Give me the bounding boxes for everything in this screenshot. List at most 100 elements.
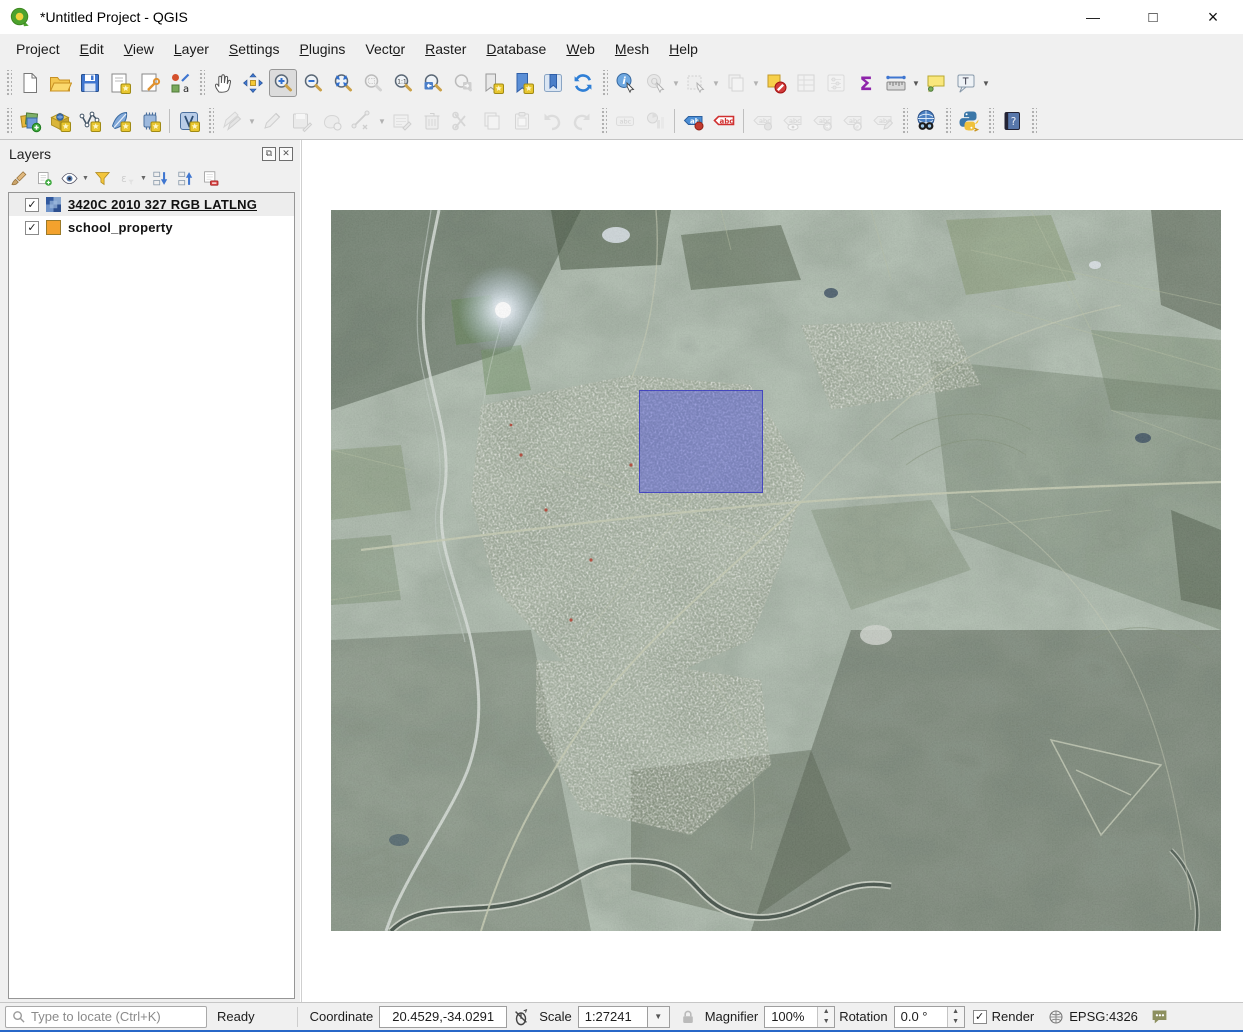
- zoom-to-native-resolution-button[interactable]: 1:1: [389, 69, 417, 97]
- zoom-in-button[interactable]: [269, 69, 297, 97]
- rotation-down-icon[interactable]: ▼: [947, 1016, 964, 1027]
- close-button[interactable]: ×: [1183, 0, 1243, 34]
- coordinate-input[interactable]: 20.4529,-34.0291: [379, 1005, 508, 1028]
- rotation-spinbox[interactable]: 0.0 ° ▲ ▼: [893, 1005, 965, 1028]
- open-field-calculator-button[interactable]: [822, 69, 850, 97]
- show-hidden-labels-and-diagrams-button[interactable]: abc: [710, 107, 738, 135]
- vertex-tool-button[interactable]: [348, 107, 376, 135]
- toolbar-grip[interactable]: [944, 108, 951, 134]
- zoom-to-selection-button[interactable]: [359, 69, 387, 97]
- show-layout-manager-button[interactable]: [136, 69, 164, 97]
- vertex-tool-dropdown-icon[interactable]: ▼: [377, 107, 387, 135]
- measure-line-dropdown-icon[interactable]: ▼: [911, 69, 921, 97]
- minimize-button[interactable]: —: [1063, 0, 1123, 34]
- toolbar-grip[interactable]: [5, 108, 12, 134]
- menu-view[interactable]: View: [114, 37, 164, 61]
- toolbar-grip[interactable]: [901, 108, 908, 134]
- layer-row-3420c-2010-327-rgb-latlng[interactable]: ✓ 3420C 2010 327 RGB LATLNG: [9, 193, 294, 216]
- select-features-button[interactable]: [682, 69, 710, 97]
- menu-layer[interactable]: Layer: [164, 37, 219, 61]
- pan-map-to-selection-button[interactable]: [239, 69, 267, 97]
- messages-icon[interactable]: [1150, 1007, 1169, 1026]
- scale-dropdown-icon[interactable]: ▼: [647, 1005, 670, 1028]
- new-geopackage-layer-button[interactable]: [46, 107, 74, 135]
- pan-map-button[interactable]: [209, 69, 237, 97]
- map-image[interactable]: [331, 210, 1221, 931]
- new-spatialite-layer-button[interactable]: [106, 107, 134, 135]
- rotate-label-button[interactable]: abc: [839, 107, 867, 135]
- delete-selected-button[interactable]: [418, 107, 446, 135]
- paste-features-button[interactable]: [508, 107, 536, 135]
- rotation-value[interactable]: 0.0 °: [895, 1007, 947, 1027]
- change-label-properties-button[interactable]: abc: [869, 107, 897, 135]
- toolbar-grip[interactable]: [600, 108, 607, 134]
- new-print-layout-button[interactable]: [106, 69, 134, 97]
- show-map-tips-button[interactable]: [922, 69, 950, 97]
- layer-name[interactable]: school_property: [68, 220, 173, 235]
- identify-features-button[interactable]: i: [612, 69, 640, 97]
- python-console-button[interactable]: [955, 107, 983, 135]
- layer-visibility-checkbox[interactable]: ✓: [25, 197, 39, 212]
- metasearch-button[interactable]: [912, 107, 940, 135]
- layer-visibility-checkbox[interactable]: ✓: [25, 220, 39, 235]
- layer-row-school-property[interactable]: ✓ school_property: [9, 216, 294, 239]
- highlight-pinned-labels-and-diagrams-button[interactable]: ab: [680, 107, 708, 135]
- add-feature-button[interactable]: [318, 107, 346, 135]
- help-contents-button[interactable]: ?: [998, 107, 1026, 135]
- select-features-dropdown-icon[interactable]: ▼: [711, 69, 721, 97]
- manage-map-themes-button[interactable]: [57, 166, 82, 190]
- deselect-features-from-all-layers-button[interactable]: [762, 69, 790, 97]
- add-group-button[interactable]: [32, 166, 57, 190]
- menu-help[interactable]: Help: [659, 37, 708, 61]
- run-feature-action-button[interactable]: Q: [642, 69, 670, 97]
- render-checkbox[interactable]: ✓: [972, 1009, 987, 1024]
- open-project-button[interactable]: [46, 69, 74, 97]
- toolbar-grip[interactable]: [5, 70, 12, 96]
- menu-raster[interactable]: Raster: [415, 37, 476, 61]
- show-hide-labels-and-diagrams-button[interactable]: abc: [779, 107, 807, 135]
- save-project-button[interactable]: [76, 69, 104, 97]
- toggle-editing-button[interactable]: [258, 107, 286, 135]
- modify-attributes-of-selected-features-button[interactable]: [388, 107, 416, 135]
- magnifier-value[interactable]: 100%: [765, 1007, 817, 1027]
- scale-combo[interactable]: 1:27241 ▼: [577, 1005, 670, 1028]
- filter-legend-by-expression-dropdown-icon[interactable]: ▼: [140, 175, 148, 182]
- menu-mesh[interactable]: Mesh: [605, 37, 659, 61]
- select-features-by-value-dropdown-icon[interactable]: ▼: [751, 69, 761, 97]
- toggle-extents-mouse-icon[interactable]: [512, 1008, 530, 1026]
- filter-legend-by-expression-button[interactable]: ε: [115, 166, 140, 190]
- menu-vector[interactable]: Vector: [355, 37, 415, 61]
- toolbar-grip[interactable]: [987, 108, 994, 134]
- current-edits-dropdown-icon[interactable]: ▼: [247, 107, 257, 135]
- show-statistical-summary-button[interactable]: Σ: [852, 69, 880, 97]
- menu-database[interactable]: Database: [476, 37, 556, 61]
- new-project-button[interactable]: [16, 69, 44, 97]
- magnifier-down-icon[interactable]: ▼: [818, 1016, 835, 1027]
- filter-legend-button[interactable]: [90, 166, 115, 190]
- panel-close-button[interactable]: ✕: [279, 146, 293, 161]
- menu-plugins[interactable]: Plugins: [289, 37, 355, 61]
- zoom-out-button[interactable]: [299, 69, 327, 97]
- refresh-map-button[interactable]: [569, 69, 597, 97]
- locate-search-input[interactable]: Type to locate (Ctrl+K): [5, 1005, 207, 1028]
- save-layer-edits-button[interactable]: [288, 107, 316, 135]
- scale-value[interactable]: 1:27241: [577, 1005, 648, 1028]
- expand-all-button[interactable]: [148, 166, 173, 190]
- open-attribute-table-button[interactable]: [792, 69, 820, 97]
- magnifier-up-icon[interactable]: ▲: [818, 1006, 835, 1017]
- maximize-button[interactable]: □: [1123, 0, 1183, 34]
- current-edits-button[interactable]: [218, 107, 246, 135]
- menu-web[interactable]: Web: [556, 37, 605, 61]
- measure-line-button[interactable]: [882, 69, 910, 97]
- redo-button[interactable]: [568, 107, 596, 135]
- zoom-next-button[interactable]: [449, 69, 477, 97]
- menu-settings[interactable]: Settings: [219, 37, 290, 61]
- undo-button[interactable]: [538, 107, 566, 135]
- remove-layer-group-button[interactable]: [198, 166, 223, 190]
- menu-edit[interactable]: Edit: [70, 37, 114, 61]
- text-annotation-dropdown-icon[interactable]: ▼: [981, 69, 991, 97]
- text-annotation-button[interactable]: T: [952, 69, 980, 97]
- collapse-all-button[interactable]: [173, 166, 198, 190]
- show-bookmark-manager-button[interactable]: [539, 69, 567, 97]
- toolbar-grip[interactable]: [198, 70, 205, 96]
